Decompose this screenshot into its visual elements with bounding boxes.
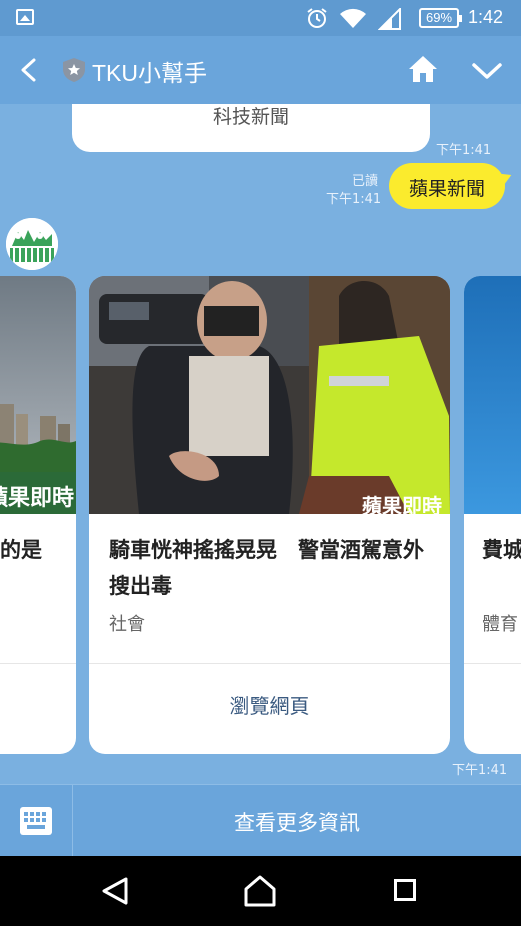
status-bar: 69% 1:42 bbox=[0, 0, 521, 36]
news-category: 體育 bbox=[482, 614, 518, 635]
bottom-bar: 查看更多資訊 bbox=[0, 784, 521, 857]
clock: 1:42 bbox=[468, 7, 504, 27]
bot-message-bubble: 科技新聞 bbox=[72, 104, 430, 152]
chat-header: TKU小幫手 bbox=[0, 36, 521, 104]
keyboard-icon bbox=[20, 807, 52, 835]
news-headline: 的是 bbox=[0, 538, 42, 562]
chat-area[interactable]: 科技新聞 下午1:41 已讀 下午1:41 蘋果新聞 果即時 的是 蘋果即時 騎… bbox=[0, 104, 521, 784]
news-card[interactable]: 蘋果即時 騎車恍神搖搖晃晃 警當酒駕意外搜出毒 社會 瀏覽網頁 bbox=[89, 276, 450, 754]
photo-watermark: 蘋果即時 bbox=[0, 486, 75, 511]
card-divider bbox=[0, 663, 76, 664]
wifi-icon bbox=[340, 8, 366, 28]
news-category: 社會 bbox=[109, 614, 145, 635]
message-timestamp: 下午1:41 bbox=[452, 763, 508, 778]
battery-icon: 69% bbox=[419, 8, 462, 28]
shield-star-icon bbox=[63, 58, 85, 82]
user-message-text: 蘋果新聞 bbox=[408, 178, 485, 200]
news-photo: 蘋果即時 bbox=[89, 276, 450, 514]
nav-recent-icon[interactable] bbox=[394, 879, 416, 901]
chat-title: TKU小幫手 bbox=[92, 60, 207, 86]
browse-webpage-button[interactable]: 瀏覽網頁 bbox=[89, 690, 450, 719]
news-card[interactable]: 蘋果即時 的是 bbox=[0, 276, 76, 754]
home-icon[interactable] bbox=[406, 53, 440, 85]
read-receipt: 已讀 bbox=[352, 174, 379, 189]
nav-home-icon[interactable] bbox=[243, 874, 277, 908]
system-nav-bar bbox=[0, 856, 521, 926]
nav-back-icon[interactable] bbox=[100, 876, 130, 906]
more-info-button[interactable]: 查看更多資訊 bbox=[73, 807, 521, 837]
card-divider bbox=[89, 663, 450, 664]
news-headline: 騎車恍神搖搖晃晃 警當酒駕意外搜出毒 bbox=[109, 538, 424, 598]
news-card[interactable]: 費城分屬 體育 bbox=[464, 276, 521, 754]
battery-level: 69% bbox=[425, 10, 453, 25]
photo-watermark: 蘋果即時 bbox=[362, 494, 442, 514]
news-headline: 費城分屬 bbox=[482, 538, 521, 562]
keyboard-toggle-button[interactable] bbox=[0, 785, 73, 857]
image-icon bbox=[16, 9, 34, 25]
alarm-icon bbox=[307, 8, 327, 28]
message-timestamp: 下午1:41 bbox=[436, 143, 492, 158]
bot-message-text: 科技新聞 bbox=[212, 106, 289, 128]
chevron-down-icon[interactable] bbox=[468, 56, 506, 86]
signal-icon bbox=[378, 8, 401, 30]
back-arrow-icon[interactable] bbox=[14, 54, 44, 86]
user-message-bubble: 蘋果新聞 bbox=[389, 163, 505, 209]
news-photo bbox=[464, 276, 521, 514]
card-divider bbox=[464, 663, 521, 664]
bot-avatar[interactable] bbox=[6, 218, 58, 270]
news-photo: 蘋果即時 bbox=[0, 276, 76, 514]
message-timestamp: 下午1:41 bbox=[326, 192, 382, 207]
avatar-logo-icon bbox=[6, 218, 58, 270]
